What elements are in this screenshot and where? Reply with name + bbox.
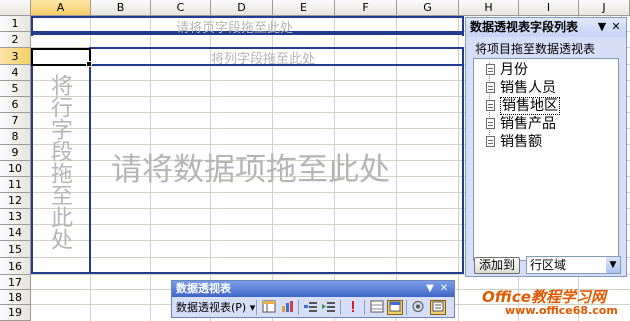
fill-handle[interactable] [86, 61, 92, 67]
row-header-8[interactable]: 8 [0, 129, 31, 145]
row-header-17[interactable]: 17 [0, 275, 31, 290]
pivot-toolbar: 数据透视表 ▼ ✕ 数据透视表(P) ▾ [171, 280, 455, 318]
toolbar-dropdown-icon[interactable]: ▼ [424, 282, 436, 295]
pivot-toolbar-title-bar[interactable]: 数据透视表 [172, 281, 454, 297]
pivot-chart-icon[interactable] [279, 300, 295, 315]
row-header-16[interactable]: 16 [0, 258, 31, 275]
row-header-7[interactable]: 7 [0, 113, 31, 129]
field-icon [486, 82, 495, 93]
active-cell[interactable] [31, 48, 91, 66]
show-field-list-icon[interactable] [430, 300, 446, 315]
add-to-button[interactable]: 添加到 [474, 257, 520, 274]
pane-dropdown-icon[interactable]: ▼ [595, 19, 609, 34]
field-item-sales-amount[interactable]: 销售额 [486, 133, 542, 151]
column-header-b[interactable]: B [91, 0, 151, 16]
row-header-5[interactable]: 5 [0, 81, 31, 97]
field-icon [486, 136, 495, 147]
field-item-sales-region[interactable]: 销售地区 [486, 97, 560, 115]
format-report-icon[interactable] [261, 300, 277, 315]
toolbar-close-icon[interactable]: ✕ [438, 282, 450, 295]
pivot-field-list-pane: 数据透视表字段列表 ▼ ✕ 将项目拖至数据透视表 月份 销售人员 销售地区 销售… [465, 17, 627, 277]
field-item-month[interactable]: 月份 [486, 61, 528, 79]
data-item-drop-zone[interactable]: 请将数据项拖至此处 [89, 64, 464, 274]
page-zone-separator [31, 33, 464, 36]
column-header-h[interactable]: H [459, 0, 519, 16]
column-header-i[interactable]: I [519, 0, 579, 16]
toolbar-separator [340, 300, 341, 315]
select-all-corner[interactable] [0, 0, 31, 16]
chevron-down-icon[interactable]: ▼ [606, 257, 620, 273]
row-header-15[interactable]: 15 [0, 241, 31, 258]
pivot-toolbar-title: 数据透视表 [176, 282, 231, 295]
pivot-table-menu[interactable]: 数据透视表(P) ▾ [176, 300, 255, 316]
row-header-1[interactable]: 1 [0, 16, 31, 32]
field-settings-icon[interactable] [410, 300, 426, 315]
row-header-3[interactable]: 3 [0, 48, 31, 65]
field-icon [486, 118, 495, 129]
column-header-a[interactable]: A [31, 0, 91, 16]
field-list-instruction: 将项目拖至数据透视表 [475, 42, 596, 56]
row-header-4[interactable]: 4 [0, 65, 31, 81]
row-field-drop-zone[interactable]: 将行字段拖至此处 [31, 64, 91, 274]
row-header-19[interactable]: 19 [0, 305, 31, 321]
row-header-6[interactable]: 6 [0, 97, 31, 113]
field-icon [486, 100, 495, 111]
show-detail-icon[interactable] [321, 300, 337, 315]
row-header-14[interactable]: 14 [0, 225, 31, 241]
column-header-d[interactable]: D [211, 0, 273, 16]
hide-detail-icon[interactable] [303, 300, 319, 315]
row-header-18[interactable]: 18 [0, 290, 31, 305]
column-header-j[interactable]: J [579, 0, 630, 16]
toolbar-separator [406, 300, 407, 315]
field-icon [486, 64, 495, 75]
column-header-f[interactable]: F [335, 0, 397, 16]
row-field-hint: 将行字段拖至此处 [47, 74, 72, 250]
pane-close-icon[interactable]: ✕ [609, 19, 623, 34]
column-header-g[interactable]: G [397, 0, 459, 16]
row-header-2[interactable]: 2 [0, 32, 31, 48]
toolbar-separator [364, 300, 365, 315]
toolbar-separator [256, 300, 257, 315]
toolbar-separator [298, 300, 299, 315]
field-list-title: 数据透视表字段列表 [470, 20, 579, 34]
page-field-drop-zone[interactable]: 请将页字段拖至此处 [31, 16, 464, 36]
row-header-12[interactable]: 12 [0, 193, 31, 209]
row-header-11[interactable]: 11 [0, 177, 31, 193]
column-header-e[interactable]: E [273, 0, 335, 16]
area-select-value: 行区域 [530, 258, 567, 272]
data-item-hint: 请将数据项拖至此处 [111, 152, 390, 188]
always-display-items-icon[interactable] [387, 300, 403, 315]
field-item-salesperson[interactable]: 销售人员 [486, 79, 556, 97]
column-header-c[interactable]: C [151, 0, 211, 16]
include-hidden-items-icon[interactable] [369, 300, 385, 315]
area-select[interactable]: 行区域 ▼ [526, 256, 621, 274]
row-header-10[interactable]: 10 [0, 161, 31, 177]
row-header-9[interactable]: 9 [0, 145, 31, 161]
refresh-data-icon[interactable] [345, 300, 361, 315]
watermark-url: www.office68.com [505, 304, 618, 317]
field-list-box: 月份 销售人员 销售地区 销售产品 销售额 [473, 58, 619, 261]
field-item-sales-product[interactable]: 销售产品 [486, 115, 556, 133]
row-header-13[interactable]: 13 [0, 209, 31, 225]
